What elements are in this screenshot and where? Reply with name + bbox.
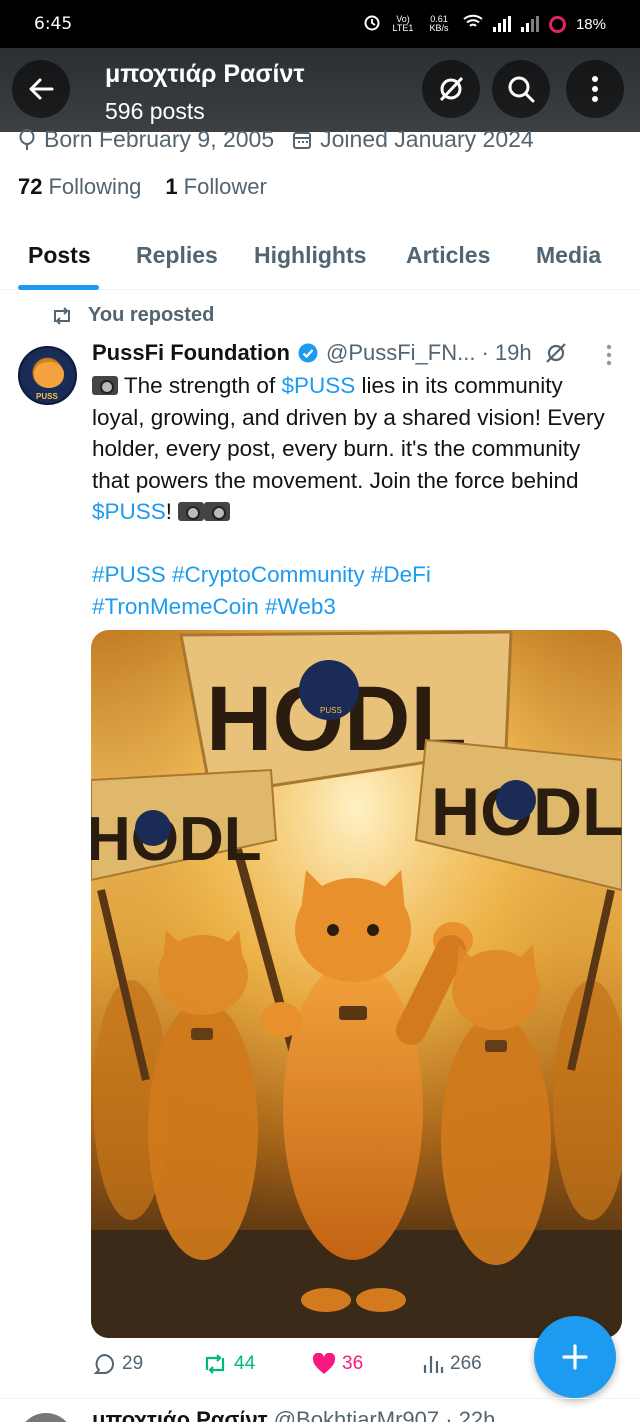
reply-button[interactable]: 29 bbox=[92, 1352, 202, 1376]
plus-icon bbox=[562, 1344, 588, 1370]
grok-icon bbox=[439, 76, 464, 102]
post-time[interactable]: · 22h bbox=[445, 1407, 495, 1422]
followers-link[interactable]: 1 Follower bbox=[165, 174, 266, 200]
grok-icon[interactable] bbox=[544, 341, 568, 365]
profile-tabs: Posts Replies Highlights Articles Media bbox=[0, 232, 640, 290]
volte-indicator: Vo) LTE1 bbox=[392, 14, 414, 33]
heart-icon bbox=[312, 1353, 336, 1374]
author-name[interactable]: μποχτιάρ Ρασίντ bbox=[92, 1407, 268, 1422]
status-time: 6:45 bbox=[34, 14, 73, 34]
profile-header: μποχτιάρ Ρασίντ 596 posts bbox=[0, 48, 640, 132]
post-body: The strength of $PUSS lies in its commun… bbox=[92, 373, 605, 619]
tab-articles[interactable]: Articles bbox=[406, 242, 490, 269]
compose-button[interactable] bbox=[534, 1316, 616, 1398]
author-handle[interactable]: @BokhtiarMr907 bbox=[274, 1407, 439, 1422]
cashtag-link[interactable]: $PUSS bbox=[281, 373, 355, 398]
wifi-icon bbox=[463, 14, 483, 34]
calendar-icon bbox=[293, 131, 312, 149]
tab-highlights[interactable]: Highlights bbox=[254, 242, 366, 269]
hashtags[interactable]: #TronMemeCoin #Web3 bbox=[92, 594, 336, 619]
battery-level: 18% bbox=[575, 15, 606, 33]
born-date: Born February 9, 2005 bbox=[44, 126, 275, 152]
like-button[interactable]: 36 bbox=[312, 1352, 422, 1376]
tab-replies[interactable]: Replies bbox=[136, 242, 218, 269]
svg-text:HODL: HODL bbox=[91, 805, 262, 874]
author-avatar[interactable]: PUSS bbox=[18, 346, 77, 405]
post-image[interactable]: HODL PUSS HODL HODL bbox=[91, 630, 622, 1338]
posts-count: 596 posts bbox=[105, 98, 205, 124]
post-more-icon[interactable] bbox=[606, 344, 612, 366]
search-icon bbox=[508, 76, 535, 103]
cashtag-link[interactable]: $PUSS bbox=[92, 499, 166, 524]
network-speed: 0.61 KB/s bbox=[429, 14, 449, 33]
battery-icon bbox=[548, 15, 566, 33]
post-header: PussFi Foundation @PussFi_FN... · 19h bbox=[92, 340, 612, 366]
repost-indicator: You reposted bbox=[50, 304, 214, 327]
repost-icon bbox=[54, 306, 70, 325]
active-tab-indicator bbox=[18, 285, 99, 290]
follow-stats: 72 Following 1 Follower bbox=[18, 174, 267, 200]
author-handle[interactable]: @PussFi_FN... bbox=[326, 340, 475, 366]
joined-date: Joined January 2024 bbox=[320, 126, 534, 152]
hashtags[interactable]: #PUSS #CryptoCommunity #DeFi bbox=[92, 562, 431, 587]
balloon-icon bbox=[19, 128, 35, 150]
more-options-button[interactable] bbox=[566, 60, 624, 118]
signal-icon bbox=[492, 16, 511, 32]
views-button[interactable]: 266 bbox=[422, 1352, 532, 1376]
next-post[interactable]: μποχτιάρ Ρασίντ @BokhtiarMr907 · 22h bbox=[0, 1398, 640, 1422]
reply-icon bbox=[93, 1353, 114, 1374]
svg-text:PUSS: PUSS bbox=[320, 706, 342, 715]
repost-icon bbox=[205, 1354, 225, 1374]
status-bar: 6:45 Vo) LTE1 0.61 KB/s 18% bbox=[0, 0, 640, 48]
author-name[interactable]: PussFi Foundation bbox=[92, 340, 290, 366]
following-link[interactable]: 72 Following bbox=[18, 174, 141, 200]
post-actions: 29 44 36 266 bbox=[92, 1352, 542, 1376]
tab-media[interactable]: Media bbox=[536, 242, 601, 269]
alarm-icon bbox=[363, 13, 381, 35]
grok-button[interactable] bbox=[422, 60, 480, 118]
post-time[interactable]: · 19h bbox=[481, 340, 531, 366]
more-vertical-icon bbox=[592, 76, 598, 102]
tab-posts[interactable]: Posts bbox=[28, 242, 91, 269]
verified-badge-icon bbox=[298, 343, 318, 363]
back-button[interactable] bbox=[12, 60, 70, 118]
signal-icon-2 bbox=[520, 16, 539, 32]
page-title: μποχτιάρ Ρασίντ bbox=[105, 60, 305, 88]
author-avatar[interactable] bbox=[18, 1413, 74, 1422]
arrow-left-icon bbox=[29, 78, 54, 100]
views-icon bbox=[423, 1356, 444, 1373]
profile-meta: Born February 9, 2005 Joined January 202… bbox=[18, 126, 534, 153]
repost-button[interactable]: 44 bbox=[202, 1352, 312, 1376]
camera-emoji-icon bbox=[204, 502, 231, 521]
camera-emoji-icon bbox=[92, 376, 118, 395]
search-button[interactable] bbox=[492, 60, 550, 118]
camera-emoji-icon bbox=[178, 502, 205, 521]
